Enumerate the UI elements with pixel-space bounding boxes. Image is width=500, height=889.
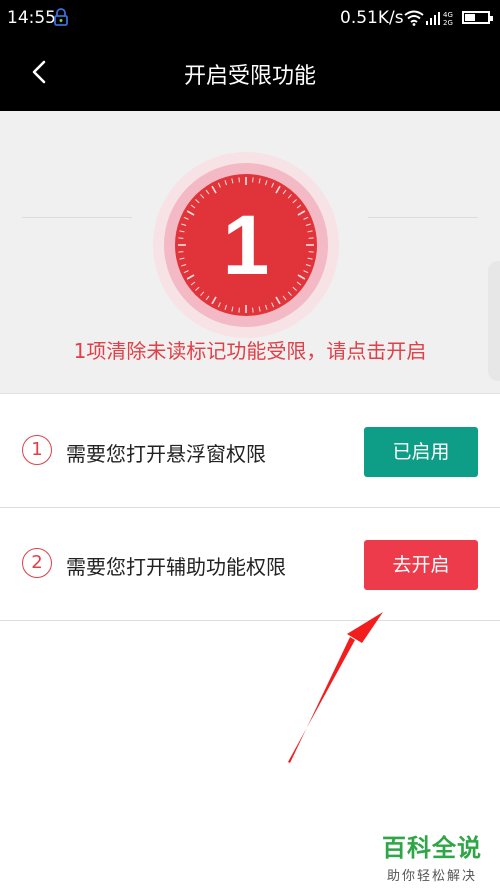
restricted-count: 1 — [222, 198, 270, 292]
signal-2g-label: 2G — [443, 19, 453, 26]
status-time: 14:55 — [7, 8, 56, 28]
status-bar: 14:55 0.51K/s 4G 2G — [0, 0, 500, 36]
step-number-badge: 2 — [22, 548, 52, 578]
summary-message: 1项清除未读标记功能受限，请点击开启 — [73, 339, 427, 363]
permission-label: 需要您打开悬浮窗权限 — [66, 442, 266, 466]
permission-row-accessibility: 2 需要您打开辅助功能权限 去开启 — [0, 508, 500, 621]
summary-panel: 1 1项清除未读标记功能受限，请点击开启 — [0, 111, 500, 394]
signal-icon: 4G 2G — [426, 11, 453, 26]
enable-button[interactable]: 去开启 — [364, 540, 478, 590]
watermark-logo: 百科全说 助你轻松解决 — [376, 828, 488, 884]
side-drawer-handle[interactable] — [488, 261, 500, 381]
lock-icon — [54, 8, 68, 26]
watermark-title: 百科全说 — [382, 834, 482, 862]
enabled-button[interactable]: 已启用 — [364, 427, 478, 477]
signal-4g-label: 4G — [443, 11, 453, 19]
header-bar: 开启受限功能 — [0, 36, 500, 111]
permission-label: 需要您打开辅助功能权限 — [66, 555, 286, 579]
network-speed: 0.51K/s — [340, 8, 404, 28]
divider-left — [22, 217, 132, 218]
permission-row-overlay: 1 需要您打开悬浮窗权限 已启用 — [0, 395, 500, 508]
battery-icon — [462, 11, 493, 24]
step-number-badge: 1 — [22, 435, 52, 465]
watermark-subtitle: 助你轻松解决 — [386, 869, 477, 884]
page-title: 开启受限功能 — [183, 64, 316, 89]
wifi-icon — [404, 10, 424, 26]
divider-right — [368, 217, 478, 218]
